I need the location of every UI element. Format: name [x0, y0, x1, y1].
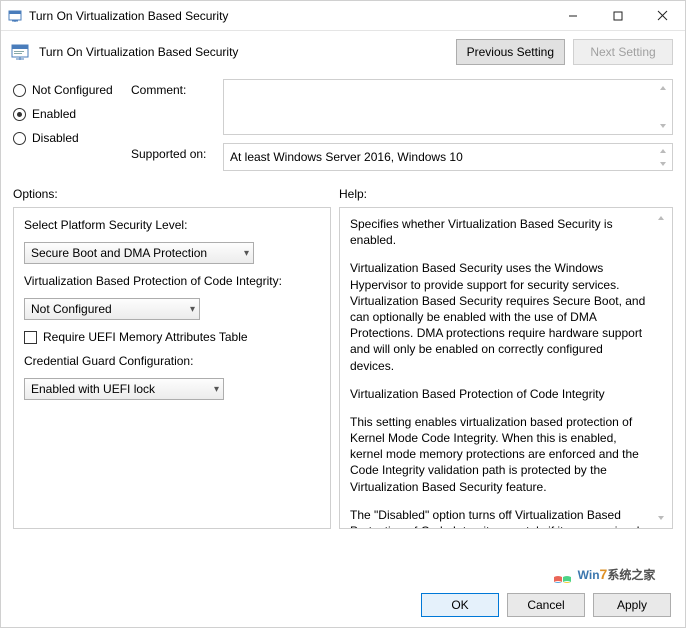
select-value: Not Configured: [31, 302, 112, 316]
supported-label: Supported on:: [131, 143, 215, 161]
apply-button[interactable]: Apply: [593, 593, 671, 617]
help-text: Virtualization Based Protection of Code …: [350, 386, 650, 402]
comment-label: Comment:: [131, 79, 215, 97]
policy-icon: [9, 41, 31, 63]
maximize-button[interactable]: [595, 1, 640, 30]
options-panel: Select Platform Security Level: Secure B…: [13, 207, 331, 529]
next-setting-button[interactable]: Next Setting: [573, 39, 673, 65]
ok-button[interactable]: OK: [421, 593, 499, 617]
state-radio-group: Not Configured Enabled Disabled: [13, 79, 123, 171]
comment-textarea[interactable]: [223, 79, 673, 135]
scroll-down-icon[interactable]: [654, 157, 672, 170]
window-title: Turn On Virtualization Based Security: [29, 9, 550, 23]
scroll-up-icon[interactable]: [654, 80, 672, 96]
radio-label: Not Configured: [32, 83, 113, 97]
radio-not-configured[interactable]: Not Configured: [13, 83, 123, 97]
help-text: This setting enables virtualization base…: [350, 414, 650, 495]
scrollbar[interactable]: [654, 80, 672, 134]
checkbox-icon: [24, 331, 37, 344]
help-text: Virtualization Based Security uses the W…: [350, 260, 650, 373]
scroll-up-icon[interactable]: [652, 210, 670, 226]
checkbox-label: Require UEFI Memory Attributes Table: [43, 330, 248, 344]
help-text: Specifies whether Virtualization Based S…: [350, 216, 650, 248]
help-heading: Help:: [339, 187, 367, 201]
credential-guard-label: Credential Guard Configuration:: [24, 354, 320, 368]
section-labels: Options: Help:: [1, 177, 685, 207]
window-controls: [550, 1, 685, 30]
vbci-label: Virtualization Based Protection of Code …: [24, 274, 320, 288]
supported-value: At least Windows Server 2016, Windows 10: [230, 150, 463, 164]
config-area: Not Configured Enabled Disabled Comment:: [1, 73, 685, 177]
previous-setting-button[interactable]: Previous Setting: [456, 39, 565, 65]
radio-enabled[interactable]: Enabled: [13, 107, 123, 121]
chevron-down-icon: ▾: [190, 304, 195, 315]
radio-label: Disabled: [32, 131, 79, 145]
supported-row: Supported on: At least Windows Server 20…: [131, 143, 673, 171]
credential-guard-select[interactable]: Enabled with UEFI lock ▾: [24, 378, 224, 400]
cancel-button[interactable]: Cancel: [507, 593, 585, 617]
chevron-down-icon: ▾: [244, 248, 249, 259]
vbci-select[interactable]: Not Configured ▾: [24, 298, 200, 320]
close-button[interactable]: [640, 1, 685, 30]
uefi-checkbox-row[interactable]: Require UEFI Memory Attributes Table: [24, 330, 320, 344]
radio-label: Enabled: [32, 107, 76, 121]
scroll-down-icon[interactable]: [654, 118, 672, 134]
panels-row: Select Platform Security Level: Secure B…: [1, 207, 685, 529]
scroll-up-icon[interactable]: [654, 144, 672, 157]
select-value: Enabled with UEFI lock: [31, 382, 155, 396]
select-value: Secure Boot and DMA Protection: [31, 246, 207, 260]
scrollbar[interactable]: [654, 144, 672, 170]
platform-security-select[interactable]: Secure Boot and DMA Protection ▾: [24, 242, 254, 264]
scrollbar[interactable]: [652, 210, 670, 526]
supported-textarea: At least Windows Server 2016, Windows 10: [223, 143, 673, 171]
radio-icon: [13, 132, 26, 145]
options-heading: Options:: [13, 187, 331, 201]
radio-icon: [13, 84, 26, 97]
platform-security-label: Select Platform Security Level:: [24, 218, 320, 232]
app-icon: [7, 8, 23, 24]
minimize-button[interactable]: [550, 1, 595, 30]
header-row: Turn On Virtualization Based Security Pr…: [1, 31, 685, 73]
field-column: Comment: Supported on: At least Windows …: [131, 79, 673, 171]
dialog-footer: OK Cancel Apply: [1, 583, 685, 627]
policy-title: Turn On Virtualization Based Security: [39, 45, 448, 59]
comment-row: Comment:: [131, 79, 673, 135]
help-panel: Specifies whether Virtualization Based S…: [339, 207, 673, 529]
help-text: The "Disabled" option turns off Virtuali…: [350, 507, 650, 529]
chevron-down-icon: ▾: [214, 384, 219, 395]
title-bar: Turn On Virtualization Based Security: [1, 1, 685, 31]
radio-disabled[interactable]: Disabled: [13, 131, 123, 145]
scroll-down-icon[interactable]: [652, 510, 670, 526]
radio-icon: [13, 108, 26, 121]
